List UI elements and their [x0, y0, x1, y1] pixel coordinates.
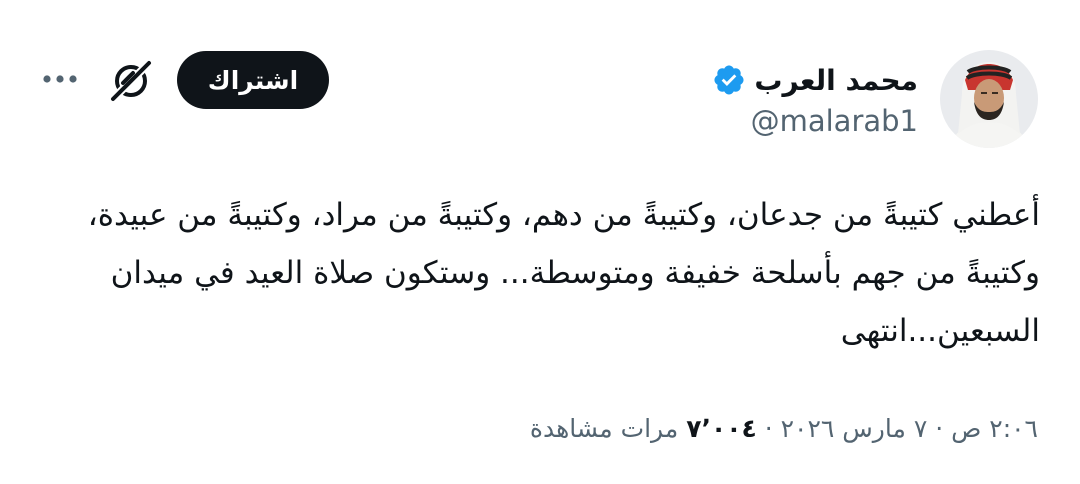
- tweet-time[interactable]: ٢:٠٦ ص: [951, 414, 1038, 443]
- avatar[interactable]: [940, 50, 1038, 148]
- views-count: ٧٬٠٠٤: [686, 414, 757, 443]
- author-display-name[interactable]: محمد العرب: [754, 64, 918, 97]
- tweet-meta: ٢:٠٦ ص · ٧ مارس ٢٠٢٦ · ٧٬٠٠٤ مرات مشاهدة: [530, 414, 1038, 443]
- views-label: مرات مشاهدة: [529, 414, 679, 443]
- tweet-text: أعطني كتيبةً من جدعان، وكتيبةً من دهم، و…: [87, 197, 1040, 349]
- meta-separator: ·: [764, 414, 773, 443]
- tweet-date[interactable]: ٧ مارس ٢٠٢٦: [781, 414, 928, 443]
- meta-separator: ·: [935, 414, 944, 443]
- verified-badge-icon: [714, 65, 744, 95]
- subscribe-button[interactable]: اشتراك: [177, 51, 329, 109]
- grok-icon[interactable]: [107, 57, 155, 105]
- author-name-row[interactable]: محمد العرب: [712, 60, 918, 100]
- author-handle[interactable]: @malarab1: [751, 104, 918, 138]
- more-dots-icon[interactable]: [40, 66, 80, 92]
- avatar-image: [940, 50, 1038, 148]
